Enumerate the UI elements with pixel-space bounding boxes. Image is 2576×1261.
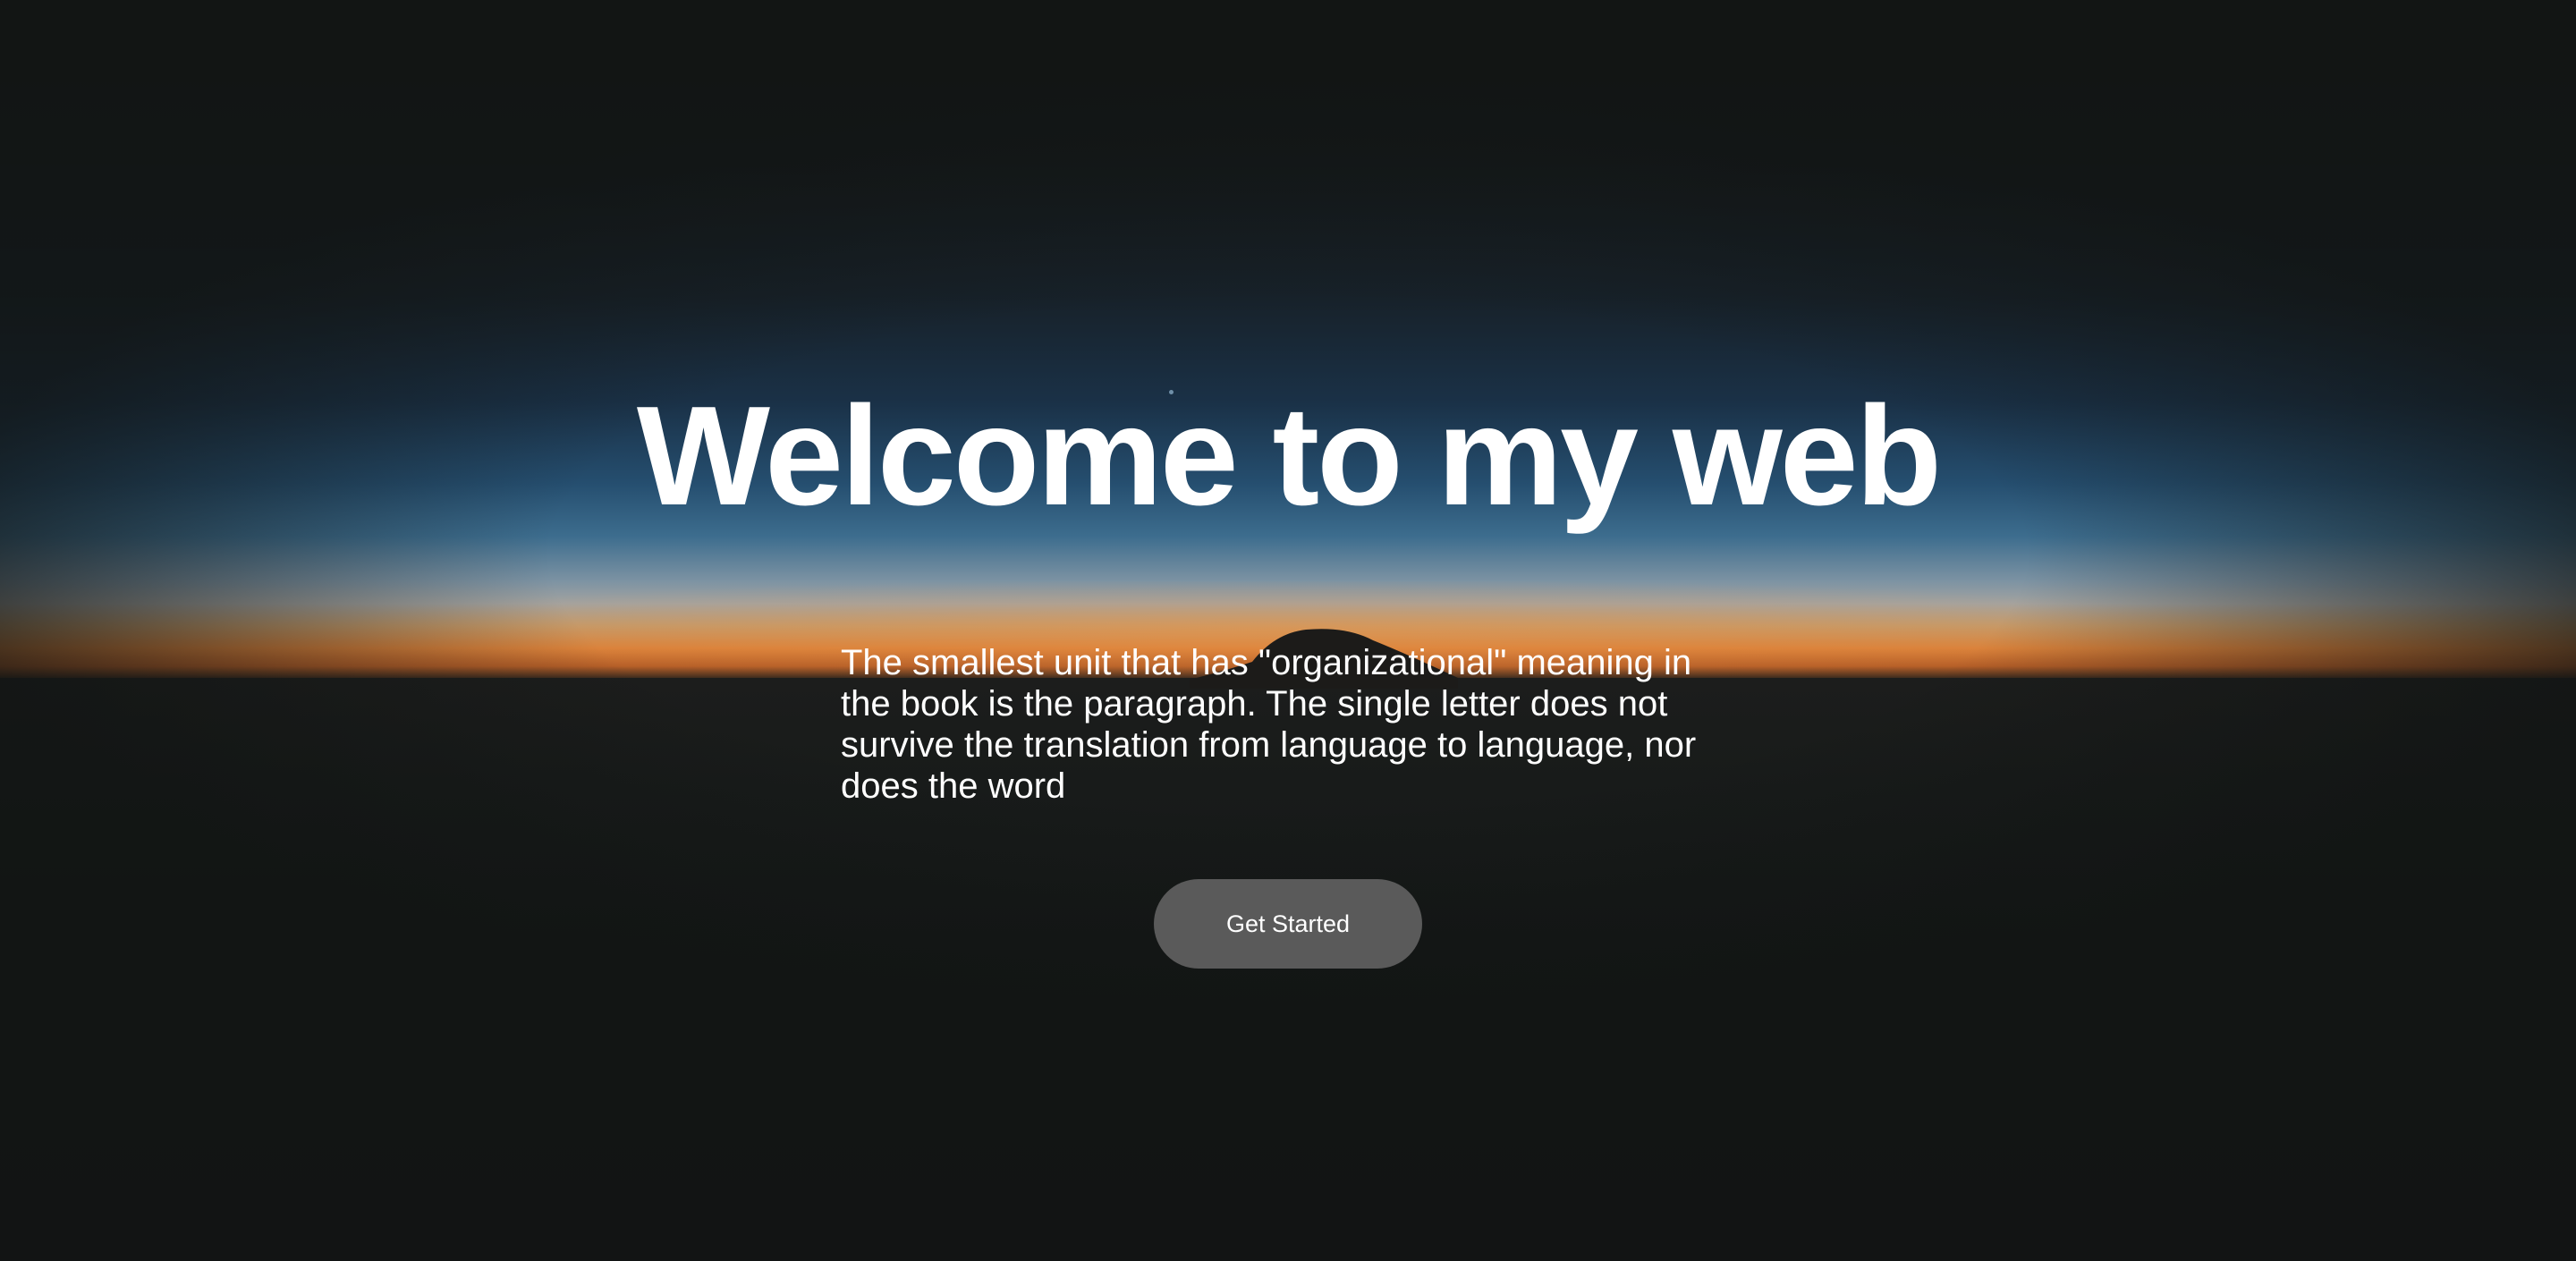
hero-paragraph: The smallest unit that has "organization… — [841, 643, 1697, 806]
background-sky — [0, 0, 2576, 680]
get-started-button[interactable]: Get Started — [1154, 879, 1422, 969]
hero-section: Welcome to my web The smallest unit that… — [0, 0, 2576, 1261]
page-title: Welcome to my web — [636, 377, 1942, 535]
